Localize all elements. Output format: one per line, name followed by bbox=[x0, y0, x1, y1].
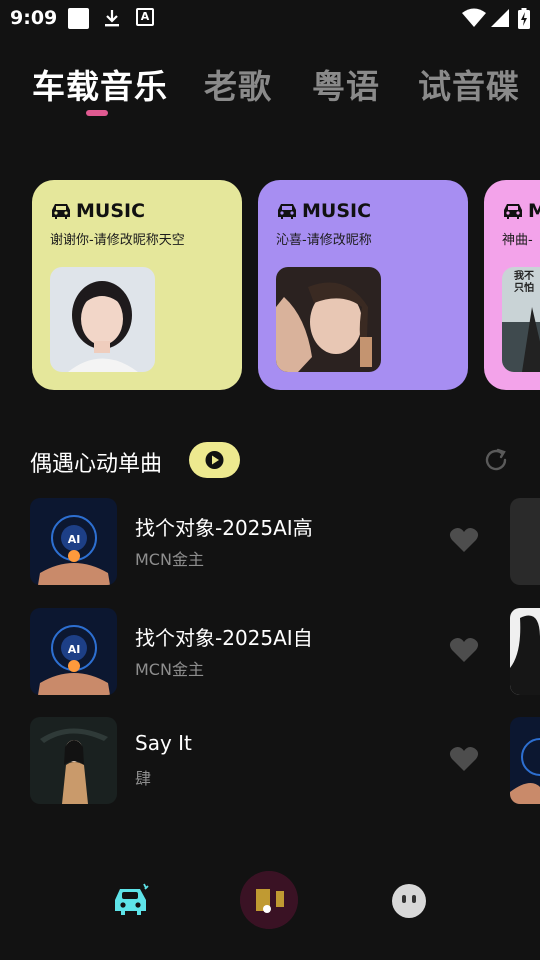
song-title: Say It bbox=[135, 731, 192, 755]
card-brand: MUSIC bbox=[276, 200, 371, 222]
song-artist: MCN金主 bbox=[135, 550, 204, 569]
nav-car-icon[interactable] bbox=[111, 881, 151, 917]
card-brand-label: MUSIC bbox=[302, 200, 372, 222]
card-cover-image bbox=[276, 267, 381, 372]
card-subtitle: 神曲- bbox=[502, 233, 533, 248]
card-cover-image bbox=[50, 267, 155, 372]
tab-old-songs[interactable]: 老歌 bbox=[204, 60, 272, 108]
bottom-nav bbox=[0, 860, 540, 960]
battery-icon bbox=[518, 8, 530, 29]
svg-text:AI: AI bbox=[68, 533, 81, 546]
refresh-icon[interactable] bbox=[482, 446, 510, 474]
section-title: 偶遇心动单曲 bbox=[30, 452, 163, 477]
heart-icon[interactable] bbox=[448, 524, 480, 556]
song-row[interactable]: AI 找个对象-2025AI自 MCN金主 bbox=[30, 608, 490, 696]
car-icon bbox=[52, 204, 70, 219]
heart-icon[interactable] bbox=[448, 743, 480, 775]
song-title: 找个对象-2025AI高 bbox=[135, 516, 313, 540]
svg-text:AI: AI bbox=[68, 643, 81, 656]
card-cover-text: 我不 只怕 bbox=[514, 271, 534, 294]
signal-icon bbox=[490, 8, 510, 28]
song-artist: 肆 bbox=[135, 769, 152, 788]
tab-cantonese[interactable]: 粤语 bbox=[312, 60, 380, 108]
song-cover-image bbox=[30, 717, 117, 804]
notification-square-icon bbox=[68, 8, 89, 29]
tab-car-music[interactable]: 车载音乐 bbox=[32, 60, 168, 108]
play-all-button[interactable] bbox=[189, 442, 240, 478]
song-title: 找个对象-2025AI自 bbox=[135, 626, 313, 650]
card-subtitle: 谢谢你-请修改昵称天空 bbox=[50, 233, 185, 248]
card-brand: MUSIC bbox=[502, 200, 540, 222]
face-eye bbox=[402, 895, 406, 903]
status-bar: 9:09 A bbox=[0, 0, 540, 36]
tab-indicator bbox=[86, 110, 108, 116]
heart-icon[interactable] bbox=[448, 634, 480, 666]
playlist-card[interactable]: MUSIC 沁喜-请修改昵称 bbox=[258, 180, 468, 390]
card-brand: MUSIC bbox=[50, 200, 145, 222]
playlist-carousel[interactable]: MUSIC 谢谢你-请修改昵称天空 MUSIC 沁喜-请修改昵称 M 神曲- 我… bbox=[0, 180, 540, 390]
song-cover-image: AI bbox=[30, 608, 117, 695]
song-cover-image: AI bbox=[30, 498, 117, 585]
tab-test-disc[interactable]: 试音碟 bbox=[418, 60, 520, 108]
side-card-peek[interactable] bbox=[510, 608, 540, 695]
face-eye bbox=[412, 895, 416, 903]
download-icon bbox=[102, 8, 122, 28]
car-icon bbox=[504, 204, 522, 219]
card-subtitle: 沁喜-请修改昵称 bbox=[276, 233, 372, 248]
card-cover-image: 我不 只怕 bbox=[502, 267, 540, 372]
nav-face-icon[interactable] bbox=[392, 884, 426, 918]
wifi-icon bbox=[462, 8, 486, 28]
playlist-card[interactable]: MUSIC 神曲- 我不 只怕 bbox=[484, 180, 540, 390]
playlist-card[interactable]: MUSIC 谢谢你-请修改昵称天空 bbox=[32, 180, 242, 390]
song-artist: MCN金主 bbox=[135, 660, 204, 679]
song-row[interactable]: Say It 肆 bbox=[30, 717, 490, 805]
song-row[interactable]: AI 找个对象-2025AI高 MCN金主 bbox=[30, 498, 490, 586]
card-brand-label: MUSIC bbox=[76, 200, 146, 222]
side-card-peek[interactable] bbox=[510, 498, 540, 585]
card-brand-label: MUSIC bbox=[528, 200, 540, 222]
status-time: 9:09 bbox=[10, 7, 58, 29]
now-playing-disc[interactable] bbox=[240, 871, 298, 929]
play-icon bbox=[205, 451, 224, 469]
side-card-peek[interactable] bbox=[510, 717, 540, 804]
font-a-icon: A bbox=[136, 8, 154, 26]
car-icon bbox=[278, 204, 296, 219]
